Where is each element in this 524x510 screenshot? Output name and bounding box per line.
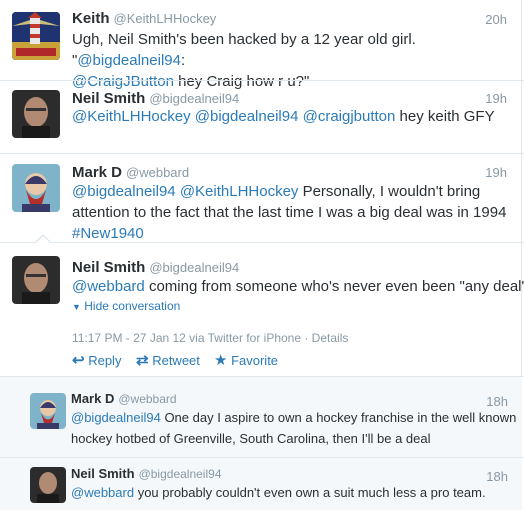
lighthouse-logo-icon [12,12,60,60]
tweet-text: @KeithLHHockey @bigdealneil94 @craigjbut… [72,106,512,127]
profile-photo-icon [30,467,66,503]
star-icon: ★ [214,352,228,369]
mention-link[interactable]: @KeithLHHockey [72,108,191,125]
author-name[interactable]: Neil Smith [72,259,145,276]
author-name[interactable]: Neil Smith [72,90,145,107]
profile-photo-icon [12,256,60,304]
avatar[interactable] [12,164,60,212]
timestamp[interactable]: 20h [485,12,507,27]
author-handle[interactable]: @webbard [126,165,189,180]
collapse-arrow-icon: ▼ [72,302,81,312]
tweet-text: @bigdealneil94 @KeithLHHockey Personally… [72,181,512,244]
profile-cartoon-icon [12,164,60,212]
tweet-keith[interactable]: Keith @KeithLHHockey 20h Ugh, Neil Smith'… [0,0,522,90]
timestamp[interactable]: 19h [485,91,507,106]
text-segment: Personally, I wouldn't bring [298,183,481,200]
tweet-markd-1[interactable]: Mark D @webbard 19h @bigdealneil94 @Keith… [0,154,522,242]
avatar[interactable] [12,256,60,304]
text-segment: : [180,52,186,69]
favorite-label: Favorite [231,353,279,368]
mention-link[interactable]: @craigjbutton [303,108,396,125]
tweet-neil-expanded[interactable]: Neil Smith @bigdealneil94 @webbard coming… [0,243,524,376]
text-segment: One day I aspire to own a hockey franchi… [160,410,517,425]
tweet-meta: 11:17 PM - 27 Jan 12 via Twitter for iPh… [72,331,349,345]
author-name[interactable]: Mark D [72,164,122,181]
avatar[interactable] [30,467,66,503]
text-segment: coming from someone who's never even bee… [144,278,524,295]
favorite-button[interactable]: ★ Favorite [214,351,278,369]
hide-conversation-link[interactable]: ▼ Hide conversation [72,299,180,313]
avatar[interactable] [12,90,60,138]
text-segment: you probably couldn't even own a suit mu… [134,485,486,500]
mention-link[interactable]: @KeithLHHockey [180,183,299,200]
author-name[interactable]: Mark D [71,391,114,406]
retweet-label: Retweet [152,353,200,368]
reply-button[interactable]: ↩ Reply [72,351,121,369]
reply-tweet-markd[interactable]: Mark D @webbard 18h @bigdealneil94 One da… [0,377,522,457]
tweet-text: @webbard coming from someone who's never… [72,276,524,297]
reply-tweet-neil[interactable]: Neil Smith @bigdealneil94 18h @webbard yo… [0,458,522,510]
author-handle[interactable]: @bigdealneil94 [139,467,222,481]
text-segment: attention to the fact that the last time… [72,204,507,221]
timestamp[interactable]: 19h [485,165,507,180]
text-segment: hockey hotbed of Greenville, South Carol… [71,431,431,446]
avatar[interactable] [30,393,66,429]
profile-photo-icon [12,90,60,138]
author-handle[interactable]: @bigdealneil94 [149,260,239,275]
author-handle[interactable]: @webbard [118,392,176,406]
tweet-neil-1[interactable]: Neil Smith @bigdealneil94 19h @KeithLHHoc… [0,81,522,153]
retweet-icon: ⇄ [136,352,149,369]
reply-icon: ↩ [72,352,85,369]
mention-link[interactable]: @webbard [71,485,134,500]
author-handle[interactable]: @bigdealneil94 [149,91,239,106]
avatar[interactable] [12,12,60,60]
hide-conversation-label: Hide conversation [84,299,181,313]
mention-link[interactable]: @bigdealneil94 [71,410,161,425]
profile-cartoon-icon [30,393,66,429]
tweet-text: @webbard you probably couldn't even own … [71,482,516,503]
reply-label: Reply [88,353,122,368]
author-name[interactable]: Keith [72,10,110,27]
mention-link[interactable]: @webbard [72,278,145,295]
hashtag-link[interactable]: #New1940 [72,225,144,242]
mention-link[interactable]: @bigdealneil94 [72,183,176,200]
mention-link[interactable]: @bigdealneil94 [195,108,299,125]
mention-link[interactable]: @bigdealneil94 [77,52,181,69]
author-name[interactable]: Neil Smith [71,466,135,481]
text-segment: hey keith GFY [395,108,495,125]
tweet-text: @bigdealneil94 One day I aspire to own a… [71,407,516,449]
retweet-button[interactable]: ⇄ Retweet [136,351,200,369]
author-handle[interactable]: @KeithLHHockey [114,11,217,26]
